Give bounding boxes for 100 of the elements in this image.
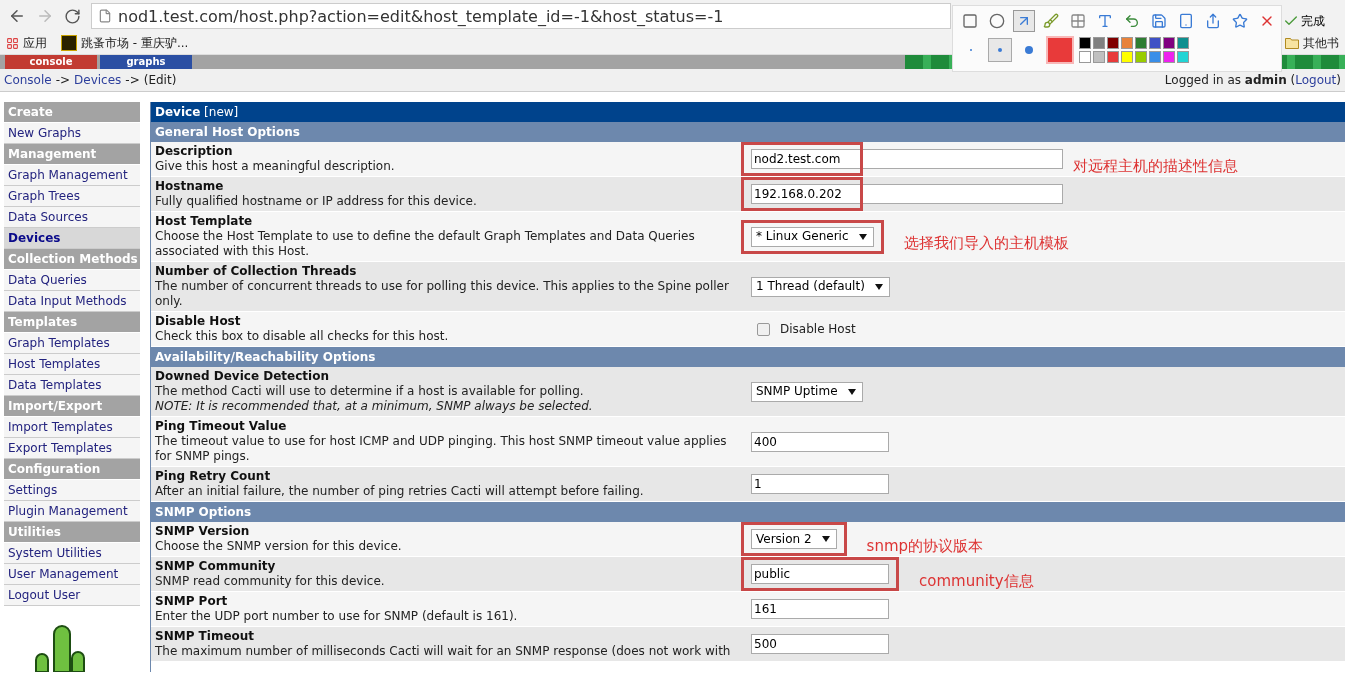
field-label: Disable Host [155,314,242,329]
sidebar-item[interactable]: Data Input Methods [4,291,140,312]
sidebar-item[interactable]: Graph Trees [4,186,140,207]
color-swatch[interactable] [1121,37,1133,49]
sidebar-header: Templates [4,312,140,332]
sidebar-header: Create [4,102,140,122]
color-swatch[interactable] [1107,37,1119,49]
caret-icon [847,388,856,395]
dropdown[interactable]: 1 Thread (default) [751,276,890,297]
breadcrumb-link[interactable]: Devices [74,73,122,87]
sidebar-item[interactable]: Host Templates [4,354,140,375]
sidebar-header: Utilities [4,522,140,542]
field-description: Choose the Host Template to use to define the default Graph Templates and Data Queries associated with this Host. [155,229,696,259]
field-label: Host Template [155,214,254,229]
reload-icon[interactable] [64,7,81,25]
color-swatch[interactable] [1121,51,1133,63]
color-swatch[interactable] [1163,51,1175,63]
dropdown[interactable]: Version 2 [751,529,837,549]
folder-icon [1285,37,1299,49]
breadcrumb-separator: -> [55,73,71,87]
color-swatch[interactable] [1149,37,1161,49]
bookmark[interactable]: 跳蚤市场 - 重庆驴... [61,34,189,52]
field-label: Description [155,144,234,159]
done-button[interactable]: 完成 [1283,12,1325,30]
field-label: Number of Collection Threads [155,264,358,279]
caret-icon [821,536,830,542]
field-description: Fully qualified hostname or IP address for this device. [155,194,478,209]
field-description: After an initial failure, the number of ping retries Cacti will attempt before failing. [155,484,645,499]
color-swatch[interactable] [1163,37,1175,49]
sidebar-item[interactable]: Data Sources [4,207,140,228]
caret-icon [874,283,883,290]
field-description: The number of concurrent threads to use for polling this device. This applies to the Spine poller only. [155,279,730,309]
nav-tab[interactable]: graphs [100,55,192,69]
dropdown[interactable]: * Linux Generic [751,226,874,247]
text-field[interactable]: 192.168.0.202 [751,184,1063,204]
text-field[interactable]: 400 [751,431,889,452]
sidebar-item[interactable]: Plugin Management [4,501,140,522]
sidebar-header: Configuration [4,459,140,479]
sidebar-item[interactable]: User Management [4,564,140,585]
color-swatch[interactable] [1177,37,1189,49]
field-label: SNMP Version [155,524,251,539]
address-bar[interactable]: nod1.test.com/host.php?action=edit&host_template_id=-1&host_status=-1 [91,3,951,29]
sidebar-item[interactable]: Export Templates [4,438,140,459]
sidebar-item[interactable]: New Graphs [4,123,140,144]
text-field[interactable]: public [751,564,889,584]
field-description: The maximum number of milliseconds Cacti will wait for an SNMP response (does not work with [155,644,732,659]
sidebar-item[interactable]: Data Queries [4,270,140,291]
field-description: Give this host a meaningful description. [155,159,396,174]
annotation-text: 选择我们导入的主机模板 [903,236,1069,251]
text-field[interactable]: nod2.test.com [751,149,1063,169]
sidebar-item[interactable]: Graph Templates [4,333,140,354]
sidebar-header: Import/Export [4,396,140,416]
caret-icon [858,233,867,240]
color-swatch[interactable] [1149,51,1161,63]
field-label: SNMP Port [155,594,229,609]
sidebar-header: Collection Methods [4,249,140,269]
field-description: Choose the SNMP version for this device. [155,539,403,554]
dropdown[interactable]: SNMP Uptime [751,381,863,402]
color-swatch[interactable] [1135,37,1147,49]
sidebar-header: Management [4,144,140,164]
page-icon [98,9,112,23]
text-field[interactable]: 500 [751,634,889,654]
breadcrumb-current: (Edit) [143,73,177,87]
forward-icon[interactable] [36,7,54,25]
checkbox[interactable] [757,322,770,336]
color-swatch[interactable] [1079,37,1091,49]
pen-size-button[interactable] [988,38,1012,62]
color-swatch[interactable] [1079,51,1091,63]
sidebar-item[interactable]: Devices [4,228,140,249]
back-icon[interactable] [8,7,26,25]
color-swatch[interactable] [1135,51,1147,63]
section-header: SNMP Options [151,502,1345,522]
color-swatch[interactable] [1093,37,1105,49]
breadcrumb-link[interactable]: Console [4,73,52,87]
logout-link[interactable]: Logout [1295,73,1337,87]
sidebar-item[interactable]: Logout User [4,585,140,606]
login-status: Logged in as admin (Logout) [1164,73,1341,87]
nav-tab[interactable]: console [5,55,97,69]
color-swatch[interactable] [1107,51,1119,63]
text-field[interactable]: 161 [751,599,889,619]
text-field[interactable]: 1 [751,474,889,494]
sidebar-item[interactable]: Import Templates [4,417,140,438]
bookmark[interactable]: 应用 [6,34,47,52]
field-label: SNMP Community [155,559,277,574]
sidebar-item[interactable]: Graph Management [4,165,140,186]
field-label: Downed Device Detection [155,369,330,384]
color-swatch[interactable] [1093,51,1105,63]
annotation-text: community信息 [919,573,1034,589]
color-swatch[interactable] [1177,51,1189,63]
field-label: Ping Retry Count [155,469,272,484]
sidebar-item[interactable]: System Utilities [4,543,140,564]
field-label: SNMP Timeout [155,629,256,644]
checkbox-label[interactable]: Disable Host [751,321,856,337]
field-label: Ping Timeout Value [155,419,288,434]
bookmark-folder[interactable]: 其他书 [1285,34,1339,52]
sidebar-item[interactable]: Data Templates [4,375,140,396]
apps-icon [6,36,19,50]
sidebar-item[interactable]: Settings [4,480,140,501]
field-description: SNMP read community for this device. [155,574,386,589]
field-description: The method Cacti will use to determine if a host is available for polling. [155,384,585,399]
